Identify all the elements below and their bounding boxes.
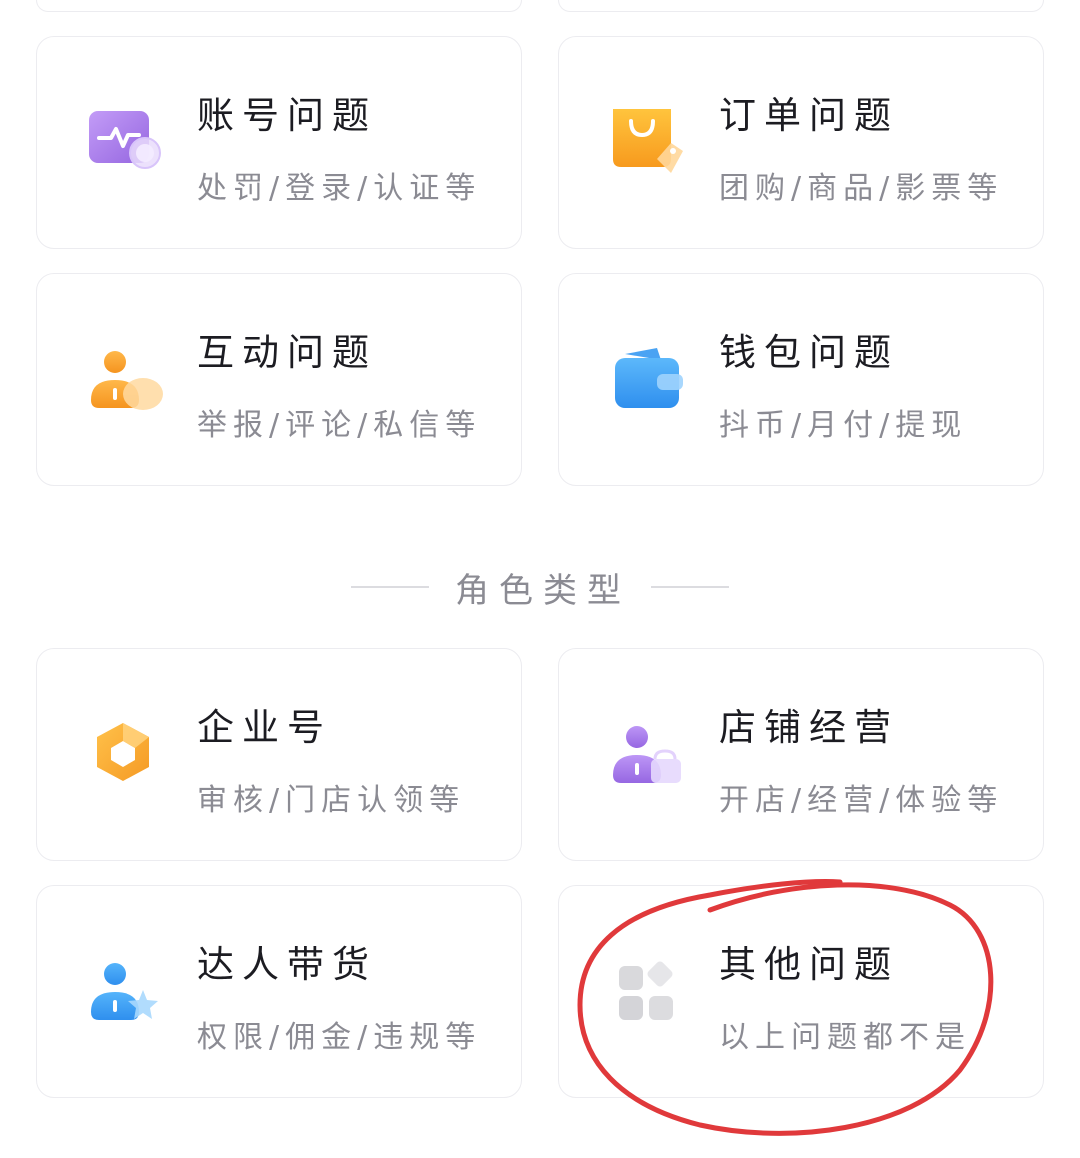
card-title: 互动问题	[197, 331, 377, 374]
card-subtitle: 开店/经营/体验等	[719, 783, 1004, 818]
grid-apps-icon	[605, 950, 695, 1040]
divider-line-left	[351, 586, 429, 588]
section-heading-label: 角色类型	[455, 570, 631, 611]
section-heading-role-types: 角色类型	[0, 562, 1080, 612]
card-shop-operation[interactable]: 店铺经营 开店/经营/体验等	[558, 648, 1044, 861]
divider-line-right	[651, 586, 729, 588]
card-account-issues[interactable]: 账号问题 处罚/登录/认证等	[36, 36, 522, 249]
previous-card-left[interactable]	[36, 0, 522, 12]
card-subtitle: 审核/门店认领等	[197, 783, 466, 818]
previous-card-right[interactable]	[558, 0, 1044, 12]
card-title: 达人带货	[197, 943, 377, 986]
card-interaction-issues[interactable]: 互动问题 举报/评论/私信等	[36, 273, 522, 486]
shop-owner-icon	[605, 713, 695, 803]
card-title: 其他问题	[719, 943, 899, 986]
card-wallet-issues[interactable]: 钱包问题 抖币/月付/提现	[558, 273, 1044, 486]
enterprise-cube-icon	[83, 713, 173, 803]
card-enterprise-account[interactable]: 企业号 审核/门店认领等	[36, 648, 522, 861]
card-title: 钱包问题	[719, 331, 899, 374]
card-order-issues[interactable]: 订单问题 团购/商品/影票等	[558, 36, 1044, 249]
card-subtitle: 团购/商品/影票等	[719, 171, 1004, 206]
card-subtitle: 抖币/月付/提现	[719, 408, 968, 443]
card-subtitle: 权限/佣金/违规等	[197, 1020, 482, 1055]
creator-star-icon	[83, 950, 173, 1040]
card-subtitle: 以上问题都不是	[719, 1020, 971, 1055]
card-subtitle: 处罚/登录/认证等	[197, 171, 482, 206]
wallet-icon	[605, 338, 695, 428]
card-other-issues[interactable]: 其他问题 以上问题都不是	[558, 885, 1044, 1098]
card-title: 企业号	[197, 706, 332, 749]
card-title: 账号问题	[197, 94, 377, 137]
account-activity-icon	[83, 101, 173, 191]
card-title: 店铺经营	[719, 706, 899, 749]
user-chat-icon	[83, 338, 173, 428]
help-category-page: 账号问题 处罚/登录/认证等 订单问题 团购/商品/影票等 互动问题 举报/评论…	[0, 0, 1080, 1158]
card-subtitle: 举报/评论/私信等	[197, 408, 482, 443]
shopping-bag-icon	[605, 101, 695, 191]
card-creator-sales[interactable]: 达人带货 权限/佣金/违规等	[36, 885, 522, 1098]
card-title: 订单问题	[719, 94, 899, 137]
